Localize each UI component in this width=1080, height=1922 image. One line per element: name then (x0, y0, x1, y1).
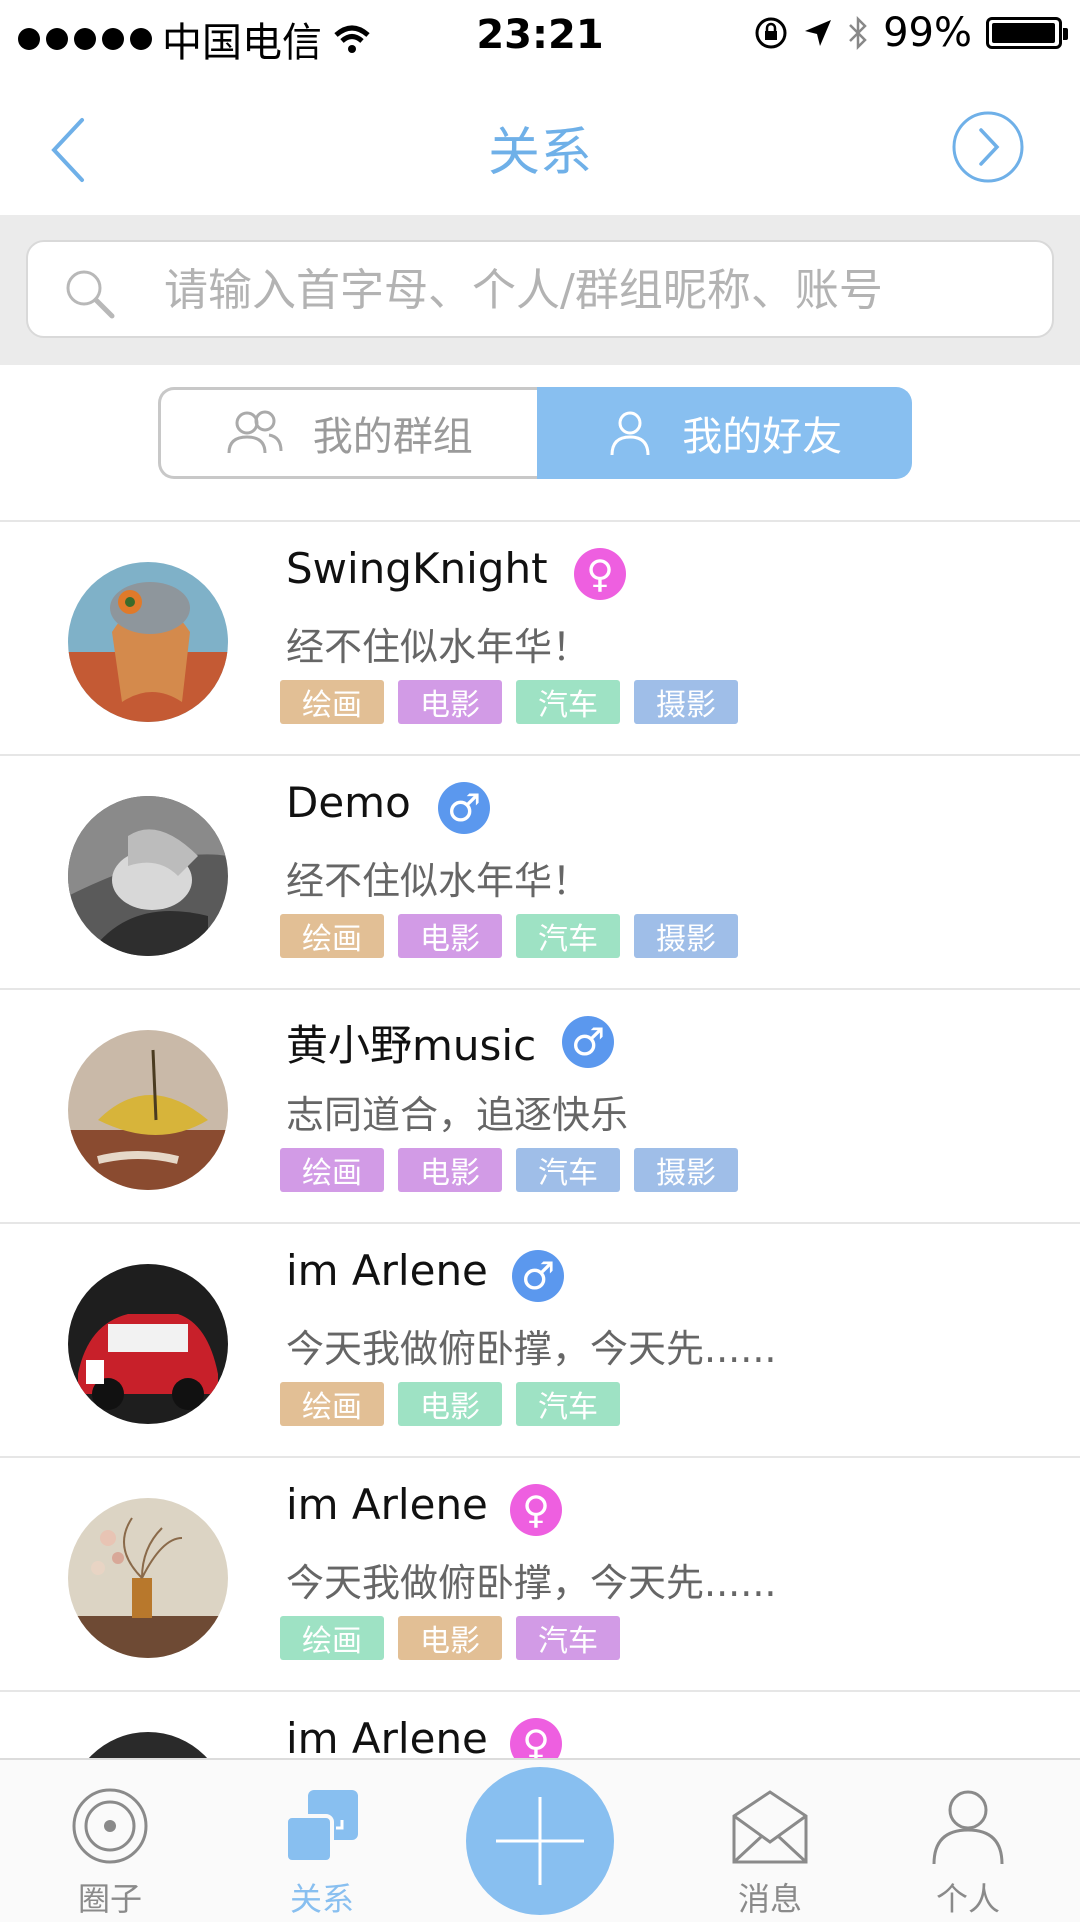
tag: 汽车 (516, 914, 620, 958)
person-icon (610, 411, 650, 456)
tag-list: 绘画 电影 汽车 摄影 (280, 1148, 738, 1192)
tag-list: 绘画 电影 汽车 (280, 1616, 620, 1660)
tag: 汽车 (516, 1148, 620, 1192)
tag: 绘画 (280, 1382, 384, 1426)
friend-signature: 志同道合，追逐快乐 (286, 1093, 629, 1137)
tag-list: 绘画 电影 汽车 摄影 (280, 680, 738, 724)
tab-my-groups[interactable]: 我的群组 (158, 387, 537, 479)
rotation-lock-icon (755, 17, 787, 49)
tab-profile[interactable]: 个人 (888, 1760, 1048, 1922)
tab-messages-label: 消息 (737, 1880, 802, 1918)
female-icon: ♀ (510, 1484, 562, 1536)
avatar (68, 1498, 228, 1658)
status-bar: 中国电信 23:21 99% (0, 0, 1080, 70)
tag: 电影 (398, 1616, 502, 1660)
friend-signature: 经不住似水年华！ (286, 625, 591, 669)
tag: 电影 (398, 1382, 502, 1426)
person-icon (932, 1790, 1004, 1865)
page-title: 关系 (487, 123, 592, 183)
group-icon (227, 410, 283, 454)
tab-my-groups-label: 我的群组 (312, 414, 473, 460)
bluetooth-icon (849, 15, 867, 51)
friend-row[interactable]: im Arlene ♀ 今天我做俯卧撑，今天先...... 绘画 电影 汽车 (0, 1458, 1080, 1692)
tab-relations[interactable]: 关系 (242, 1760, 402, 1922)
friend-row[interactable]: SwingKnight ♀ 经不住似水年华！ 绘画 电影 汽车 摄影 (0, 522, 1080, 756)
search-area (0, 215, 1080, 365)
plus-icon (496, 1797, 584, 1885)
friend-signature: 今天我做俯卧撑，今天先...... (286, 1327, 777, 1371)
tag: 摄影 (634, 680, 738, 724)
friend-name: im Arlene (286, 1480, 488, 1529)
tag-list: 绘画 电影 汽车 摄影 (280, 914, 738, 958)
friend-name: SwingKnight (286, 544, 548, 593)
friend-name: im Arlene (286, 1714, 488, 1762)
tag: 汽车 (516, 1616, 620, 1660)
avatar (68, 1030, 228, 1190)
female-icon: ♀ (574, 548, 626, 600)
tag: 绘画 (280, 1616, 384, 1660)
tag: 电影 (398, 680, 502, 724)
battery-icon (986, 17, 1068, 49)
friend-name: Demo (286, 778, 411, 827)
tag: 绘画 (280, 914, 384, 958)
nav-bar: 关系 (0, 70, 1080, 215)
tab-my-friends-label: 我的好友 (682, 414, 843, 460)
female-icon: ♀ (510, 1718, 562, 1762)
tag: 汽车 (516, 680, 620, 724)
tag: 摄影 (634, 914, 738, 958)
avatar (68, 796, 228, 956)
search-box (26, 240, 1054, 338)
friend-row[interactable]: 黄小野music ♂ 志同道合，追逐快乐 绘画 电影 汽车 摄影 (0, 990, 1080, 1224)
tab-profile-label: 个人 (935, 1880, 1000, 1918)
avatar (68, 1264, 228, 1424)
tab-relations-label: 关系 (289, 1880, 354, 1918)
forward-circle-icon[interactable] (951, 110, 1025, 184)
relations-icon (284, 1790, 358, 1864)
friend-name: 黄小野music (286, 1021, 537, 1070)
avatar (68, 562, 228, 722)
battery-percent: 99% (883, 10, 972, 56)
segmented-control: 我的群组 我的好友 (158, 387, 912, 479)
location-arrow-icon (805, 20, 832, 46)
circle-target-icon (72, 1788, 148, 1864)
search-icon (66, 270, 115, 319)
friend-signature: 今天我做俯卧撑，今天先...... (286, 1561, 777, 1605)
friend-row[interactable]: im Arlene ♂ 今天我做俯卧撑，今天先...... 绘画 电影 汽车 (0, 1224, 1080, 1458)
tab-circle-label: 圈子 (77, 1880, 142, 1918)
envelope-icon (732, 1790, 808, 1864)
male-icon: ♂ (512, 1250, 564, 1302)
tab-messages[interactable]: 消息 (690, 1760, 850, 1922)
tag-list: 绘画 电影 汽车 (280, 1382, 620, 1426)
friend-row[interactable]: Demo ♂ 经不住似水年华！ 绘画 电影 汽车 摄影 (0, 756, 1080, 990)
tag: 汽车 (516, 1382, 620, 1426)
friend-signature: 经不住似水年华！ (286, 859, 591, 903)
tab-my-friends[interactable]: 我的好友 (536, 387, 912, 479)
search-input[interactable] (162, 256, 1026, 324)
friend-name: im Arlene (286, 1246, 488, 1295)
tag: 绘画 (280, 680, 384, 724)
male-icon: ♂ (562, 1016, 614, 1068)
tab-circle[interactable]: 圈子 (30, 1760, 190, 1922)
male-icon: ♂ (438, 782, 490, 834)
tag: 绘画 (280, 1148, 384, 1192)
add-button[interactable] (466, 1767, 614, 1915)
friend-list: SwingKnight ♀ 经不住似水年华！ 绘画 电影 汽车 摄影 Demo … (0, 520, 1080, 1762)
tag: 电影 (398, 1148, 502, 1192)
tag: 摄影 (634, 1148, 738, 1192)
tag: 电影 (398, 914, 502, 958)
friend-row[interactable]: im Arlene ♀ (0, 1692, 1080, 1762)
